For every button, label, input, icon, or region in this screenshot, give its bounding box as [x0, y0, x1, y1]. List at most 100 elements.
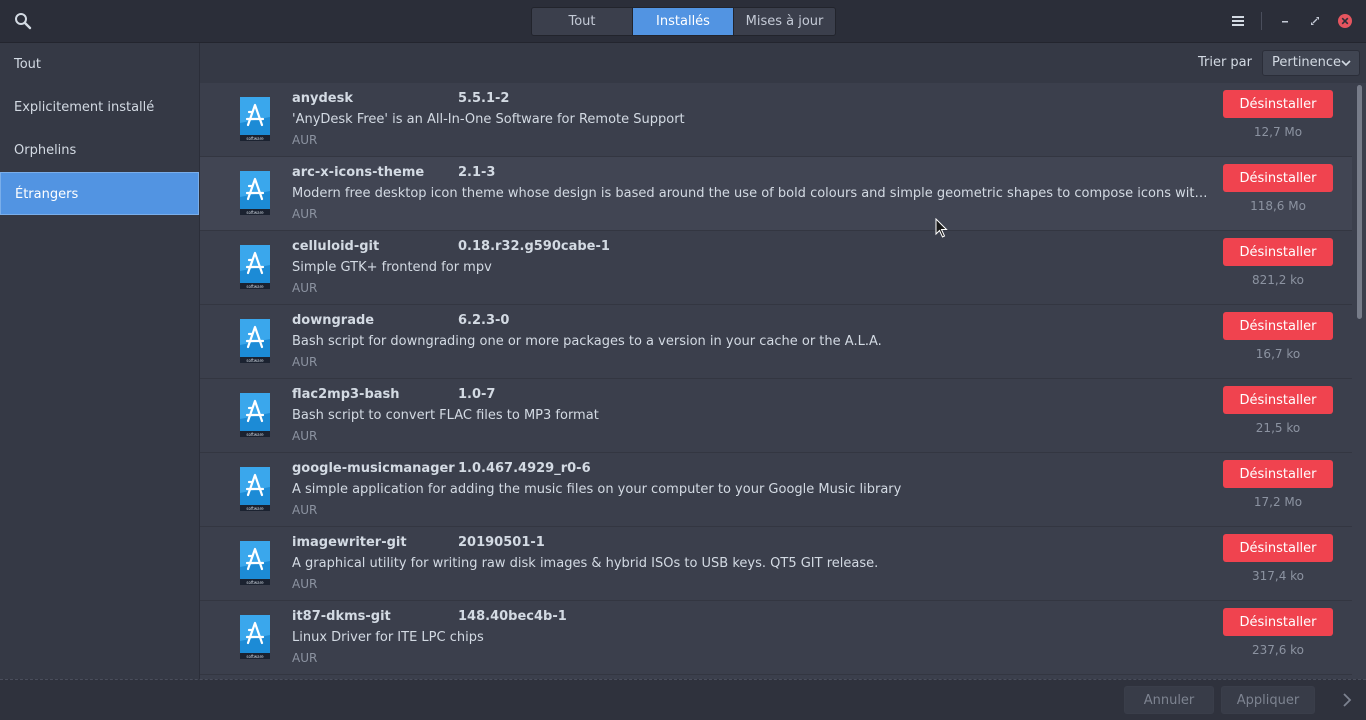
main-panel: Trier par Pertinence software anydesk 5.…	[200, 43, 1366, 679]
maximize-icon	[1311, 17, 1319, 25]
package-list: software anydesk 5.5.1-2 'AnyDesk Free' …	[200, 83, 1352, 679]
minimize-button[interactable]	[1272, 10, 1298, 32]
action-bar: Annuler Appliquer	[0, 679, 1366, 720]
package-name: celluloid-git	[292, 239, 380, 254]
chevron-down-icon	[1341, 60, 1351, 67]
package-icon: software	[238, 613, 272, 661]
package-row[interactable]: software flac2mp3-bash 1.0-7 Bash script…	[200, 379, 1352, 453]
package-row[interactable]: software it87-dkms-git 148.40bec4b-1 Lin…	[200, 601, 1352, 675]
package-description: Linux Driver for ITE LPC chips	[292, 630, 484, 645]
package-repo: AUR	[292, 281, 318, 295]
package-description: A simple application for adding the musi…	[292, 482, 902, 497]
package-description: Simple GTK+ frontend for mpv	[292, 260, 492, 275]
sidebar-item-orphans[interactable]: Orphelins	[0, 129, 199, 172]
sidebar-item-all[interactable]: Tout	[0, 43, 199, 86]
header-bar: Tout Installés Mises à jour	[0, 0, 1366, 43]
package-icon: software	[238, 243, 272, 291]
package-name: downgrade	[292, 313, 375, 328]
menu-button[interactable]	[1225, 10, 1251, 32]
svg-text:software: software	[246, 358, 264, 363]
menu-icon	[1232, 16, 1244, 26]
search-button[interactable]	[10, 8, 36, 34]
uninstall-button[interactable]: Désinstaller	[1223, 608, 1333, 636]
package-description: Bash script for downgrading one or more …	[292, 334, 882, 349]
chevron-right-icon[interactable]	[1342, 692, 1352, 708]
package-repo: AUR	[292, 133, 318, 147]
mouse-pointer-icon	[935, 218, 948, 238]
maximize-button[interactable]	[1302, 10, 1328, 32]
package-repo: AUR	[292, 207, 318, 221]
package-repo: AUR	[292, 355, 318, 369]
window-controls	[1221, 10, 1358, 32]
package-description: A graphical utility for writing raw disk…	[292, 556, 879, 571]
package-icon: software	[238, 539, 272, 587]
package-row[interactable]: software celluloid-git 0.18.r32.g590cabe…	[200, 231, 1352, 305]
package-description: Bash script to convert FLAC files to MP3…	[292, 408, 599, 423]
package-description: Modern free desktop icon theme whose des…	[292, 186, 1210, 201]
apply-button[interactable]: Appliquer	[1221, 686, 1315, 714]
svg-text:software: software	[246, 506, 264, 511]
svg-text:software: software	[246, 580, 264, 585]
uninstall-button[interactable]: Désinstaller	[1223, 238, 1333, 266]
package-size: 17,2 Mo	[1253, 495, 1303, 509]
uninstall-button[interactable]: Désinstaller	[1223, 164, 1333, 192]
package-size: 237,6 ko	[1251, 643, 1305, 657]
svg-text:software: software	[246, 432, 264, 437]
package-name: it87-dkms-git	[292, 609, 391, 624]
package-size: 16,7 ko	[1255, 347, 1301, 361]
minimize-icon	[1282, 21, 1288, 23]
package-row[interactable]: software downgrade 6.2.3-0 Bash script f…	[200, 305, 1352, 379]
svg-text:software: software	[246, 654, 264, 659]
package-version: 1.0-7	[458, 387, 496, 402]
package-icon: software	[238, 95, 272, 143]
uninstall-button[interactable]: Désinstaller	[1223, 460, 1333, 488]
package-repo: AUR	[292, 651, 318, 665]
sidebar-item-foreign[interactable]: Étrangers	[0, 172, 199, 215]
package-row[interactable]: software imagewriter-git 20190501-1 A gr…	[200, 527, 1352, 601]
package-size: 12,7 Mo	[1253, 125, 1303, 139]
package-repo: AUR	[292, 577, 318, 591]
package-size: 317,4 ko	[1251, 569, 1305, 583]
tab-updates[interactable]: Mises à jour	[734, 8, 835, 35]
package-row[interactable]: software google-musicmanager 1.0.467.492…	[200, 453, 1352, 527]
uninstall-button[interactable]: Désinstaller	[1223, 312, 1333, 340]
header-separator	[1261, 12, 1262, 30]
sort-label: Trier par	[1197, 55, 1252, 70]
package-row[interactable]: software anydesk 5.5.1-2 'AnyDesk Free' …	[200, 83, 1352, 157]
package-version: 5.5.1-2	[458, 91, 510, 106]
package-name: google-musicmanager	[292, 461, 455, 476]
sort-value: Pertinence	[1272, 55, 1342, 70]
uninstall-button[interactable]: Désinstaller	[1223, 534, 1333, 562]
search-icon	[15, 13, 32, 30]
uninstall-button[interactable]: Désinstaller	[1223, 90, 1333, 118]
list-scrollbar[interactable]	[1354, 85, 1364, 679]
view-switcher: Tout Installés Mises à jour	[531, 7, 836, 36]
close-button[interactable]	[1332, 10, 1358, 32]
package-version: 1.0.467.4929_r0-6	[458, 461, 591, 476]
tab-installed[interactable]: Installés	[633, 8, 734, 35]
svg-text:software: software	[246, 136, 264, 141]
sort-dropdown[interactable]: Pertinence	[1262, 50, 1360, 76]
package-version: 0.18.r32.g590cabe-1	[458, 239, 610, 254]
package-version: 6.2.3-0	[458, 313, 510, 328]
package-repo: AUR	[292, 429, 318, 443]
package-size: 21,5 ko	[1255, 421, 1301, 435]
package-row[interactable]: software arc-x-icons-theme 2.1-3 Modern …	[200, 157, 1352, 231]
sidebar: Tout Explicitement installé Orphelins Ét…	[0, 43, 200, 679]
scrollbar-thumb[interactable]	[1357, 85, 1362, 319]
close-icon	[1338, 14, 1352, 28]
package-repo: AUR	[292, 503, 318, 517]
tab-all[interactable]: Tout	[532, 8, 633, 35]
package-version: 148.40bec4b-1	[458, 609, 567, 624]
svg-text:software: software	[246, 210, 264, 215]
package-icon: software	[238, 391, 272, 439]
package-icon: software	[238, 169, 272, 217]
package-name: arc-x-icons-theme	[292, 165, 425, 180]
package-version: 20190501-1	[458, 535, 545, 550]
package-icon: software	[238, 317, 272, 365]
svg-text:software: software	[246, 284, 264, 289]
sort-bar: Trier par Pertinence	[200, 43, 1366, 83]
cancel-button[interactable]: Annuler	[1124, 686, 1214, 714]
sidebar-item-explicit[interactable]: Explicitement installé	[0, 86, 199, 129]
uninstall-button[interactable]: Désinstaller	[1223, 386, 1333, 414]
